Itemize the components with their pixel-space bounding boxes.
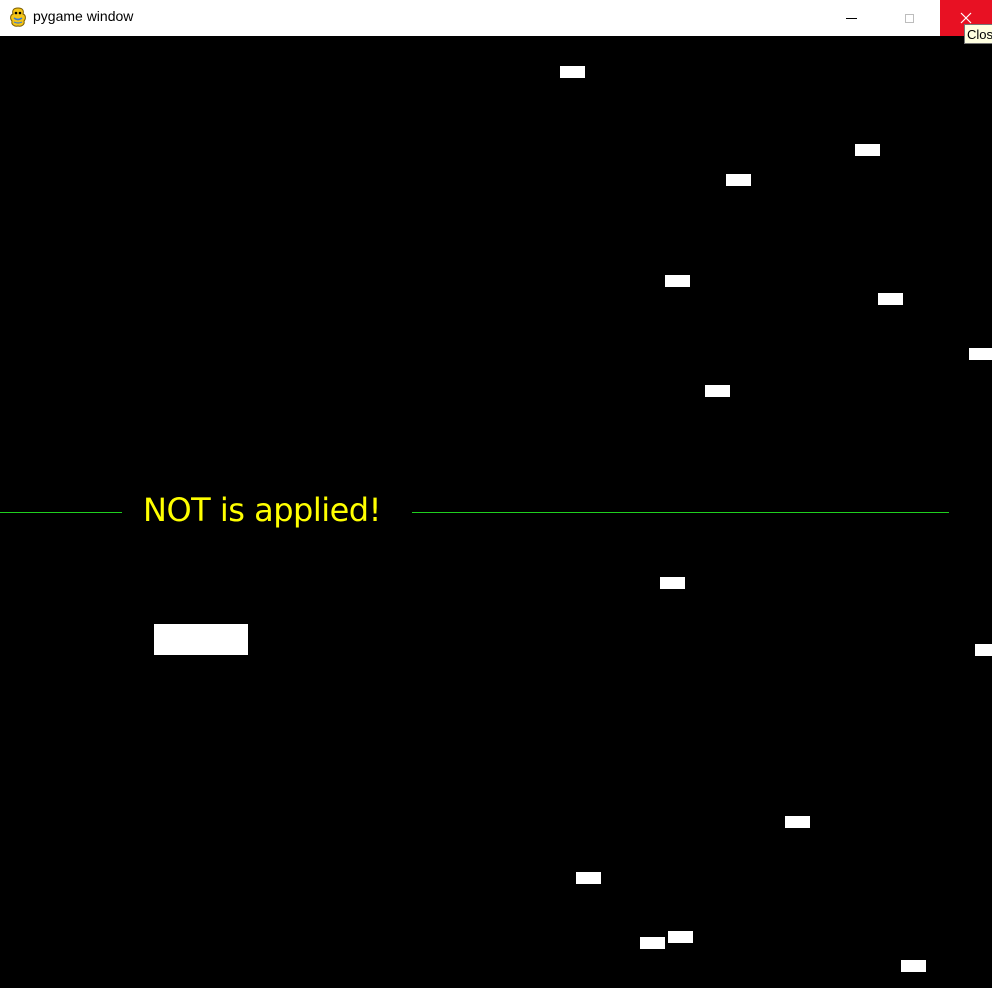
obstacle-block xyxy=(660,577,685,589)
obstacle-block xyxy=(705,385,730,397)
obstacle-block xyxy=(785,816,810,828)
divider-line-right xyxy=(412,512,949,513)
obstacle-block xyxy=(665,275,690,287)
player-paddle xyxy=(154,624,248,655)
obstacle-block xyxy=(560,66,585,78)
obstacle-block xyxy=(576,872,601,884)
maximize-icon xyxy=(904,13,914,23)
minimize-button[interactable] xyxy=(828,0,874,36)
close-tooltip: Clos xyxy=(964,24,992,44)
title-bar[interactable]: pygame window xyxy=(0,0,992,36)
obstacle-block xyxy=(975,644,992,656)
window-title: pygame window xyxy=(33,8,134,24)
obstacle-block xyxy=(668,931,693,943)
maximize-button[interactable] xyxy=(886,0,932,36)
pygame-window: pygame window NOT is applied! Clos xyxy=(0,0,992,988)
close-icon xyxy=(960,12,972,24)
obstacle-block xyxy=(901,960,926,972)
obstacle-block xyxy=(640,937,665,949)
status-message: NOT is applied! xyxy=(143,491,381,529)
pygame-snake-icon xyxy=(10,7,26,27)
obstacle-block xyxy=(726,174,751,186)
minimize-icon xyxy=(845,18,857,19)
game-canvas[interactable]: NOT is applied! xyxy=(0,36,992,988)
divider-line-left xyxy=(0,512,122,513)
obstacle-block xyxy=(855,144,880,156)
obstacle-block xyxy=(878,293,903,305)
obstacle-block xyxy=(969,348,992,360)
